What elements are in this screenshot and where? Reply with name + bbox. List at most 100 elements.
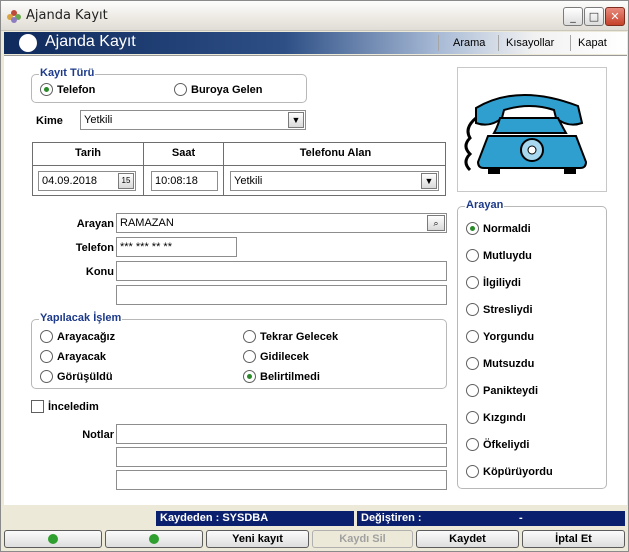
- radio-dot: [40, 350, 53, 363]
- prev-icon: [48, 534, 58, 544]
- radio-dot: [466, 465, 479, 478]
- next-button[interactable]: [105, 530, 203, 548]
- menu-kisayollar[interactable]: Kısayollar: [506, 37, 554, 49]
- radio-dot: [243, 350, 256, 363]
- radio-dot: [243, 370, 256, 383]
- radio-kopuruyordu[interactable]: Köpürüyordu: [466, 465, 553, 478]
- radio-stresliydi[interactable]: Stresliydi: [466, 303, 533, 316]
- telefonu-alan-value: Yetkili: [234, 175, 263, 187]
- datetime-grid: Tarih Saat Telefonu Alan 04.09.2018 15 1…: [32, 142, 446, 196]
- radio-label: Gidilecek: [260, 350, 309, 363]
- arayan-input[interactable]: RAMAZAN ⌕: [116, 213, 447, 233]
- inceledim-label: İnceledim: [48, 400, 99, 413]
- radio-ilgiliydi[interactable]: İlgiliydi: [466, 276, 521, 289]
- minimize-button[interactable]: _: [563, 7, 583, 26]
- header-saat: Saat: [171, 147, 196, 159]
- header-title: Ajanda Kayıt: [45, 33, 136, 50]
- tarih-value: 04.09.2018: [42, 175, 98, 187]
- radio-tekrar-gelecek[interactable]: Tekrar Gelecek: [243, 330, 338, 343]
- radio-telefon[interactable]: Telefon: [40, 83, 95, 96]
- radio-dot: [466, 303, 479, 316]
- next-icon: [149, 534, 159, 544]
- kayit-turu-group: Kayıt Türü Telefon Buroya Gelen: [31, 67, 307, 103]
- arayan-mood-group: Arayan Normaldi Mutluydu İlgiliydi Stres…: [457, 199, 607, 489]
- notlar-input-1[interactable]: [116, 424, 447, 444]
- radio-label: Telefon: [57, 83, 96, 96]
- status-degistiren: Değiştiren : -: [357, 511, 625, 526]
- telefon-label: Telefon: [75, 242, 114, 254]
- calendar-icon[interactable]: 15: [118, 173, 134, 189]
- radio-arayacak[interactable]: Arayacak: [40, 350, 106, 363]
- konu-input-2[interactable]: [116, 285, 447, 305]
- header-circle-icon: [19, 34, 37, 52]
- radio-ofkeliydi[interactable]: Öfkeliydi: [466, 438, 529, 451]
- radio-dot: [466, 357, 479, 370]
- radio-label: Köpürüyordu: [483, 465, 553, 478]
- radio-yorgundu[interactable]: Yorgundu: [466, 330, 534, 343]
- radio-gorusuldu[interactable]: Görüşüldü: [40, 370, 113, 383]
- menu-separator: [570, 35, 571, 51]
- notlar-input-3[interactable]: [116, 470, 447, 490]
- menu-kapat[interactable]: Kapat: [578, 37, 607, 49]
- iptal-et-button[interactable]: İptal Et: [522, 530, 625, 548]
- saat-input[interactable]: 10:08:18: [151, 171, 218, 191]
- radio-normaldi[interactable]: Normaldi: [466, 222, 531, 235]
- kayit-turu-legend: Kayıt Türü: [39, 67, 96, 79]
- telefon-value: *** *** ** **: [120, 241, 172, 253]
- status-kaydeden: Kaydeden : SYSDBA: [156, 511, 354, 526]
- status-degistiren-label: Değiştiren :: [361, 512, 422, 524]
- radio-label: Kızgındı: [483, 411, 526, 424]
- radio-label: Arayacak: [57, 350, 106, 363]
- kime-select[interactable]: Yetkili ▼: [80, 110, 306, 130]
- prev-button[interactable]: [4, 530, 102, 548]
- yeni-kayit-button[interactable]: Yeni kayıt: [206, 530, 309, 548]
- radio-mutsuzdu[interactable]: Mutsuzdu: [466, 357, 534, 370]
- maximize-button[interactable]: □: [584, 7, 604, 26]
- notlar-input-2[interactable]: [116, 447, 447, 467]
- radio-kizgindi[interactable]: Kızgındı: [466, 411, 526, 424]
- radio-dot: [466, 384, 479, 397]
- radio-label: Mutsuzdu: [483, 357, 535, 370]
- status-bar: Kaydeden : SYSDBA Değiştiren : -: [4, 509, 627, 527]
- radio-dot: [174, 83, 187, 96]
- radio-arayacagiz[interactable]: Arayacağız: [40, 330, 115, 343]
- telephone-icon: [464, 94, 588, 174]
- radio-dot: [466, 222, 479, 235]
- chevron-down-icon[interactable]: ▼: [288, 112, 304, 128]
- radio-label: Tekrar Gelecek: [260, 330, 339, 343]
- radio-dot: [466, 249, 479, 262]
- radio-label: Mutluydu: [483, 249, 532, 262]
- arayan-mood-legend: Arayan: [465, 199, 505, 211]
- tarih-input[interactable]: 04.09.2018 15: [38, 171, 136, 191]
- search-icon[interactable]: ⌕: [427, 215, 445, 231]
- radio-dot: [243, 330, 256, 343]
- radio-belirtilmedi[interactable]: Belirtilmedi: [243, 370, 320, 383]
- radio-label: Normaldi: [483, 222, 531, 235]
- chevron-down-icon[interactable]: ▼: [421, 173, 437, 189]
- radio-gidilecek[interactable]: Gidilecek: [243, 350, 309, 363]
- radio-label: Yorgundu: [483, 330, 535, 343]
- radio-label: İlgiliydi: [483, 276, 521, 289]
- radio-dot: [40, 330, 53, 343]
- konu-input-1[interactable]: [116, 261, 447, 281]
- title-bar: Ajanda Kayıt _ □ ✕: [1, 1, 628, 31]
- notlar-label: Notlar: [82, 429, 114, 441]
- radio-panikteydi[interactable]: Panikteydi: [466, 384, 538, 397]
- status-degistiren-value: -: [519, 512, 523, 524]
- kime-value: Yetkili: [84, 114, 113, 126]
- menu-separator: [438, 35, 439, 51]
- telefon-input[interactable]: *** *** ** **: [116, 237, 237, 257]
- konu-label: Konu: [85, 266, 114, 278]
- telefonu-alan-select[interactable]: Yetkili ▼: [230, 171, 439, 191]
- inceledim-checkbox[interactable]: İnceledim: [31, 400, 99, 413]
- radio-mutluydu[interactable]: Mutluydu: [466, 249, 532, 262]
- kaydet-button[interactable]: Kaydet: [416, 530, 519, 548]
- header-band: Ajanda Kayıt Arama Kısayollar Kapat: [4, 32, 627, 54]
- radio-label: Belirtilmedi: [260, 370, 320, 383]
- radio-buroya-gelen[interactable]: Buroya Gelen: [174, 83, 263, 96]
- radio-dot: [466, 330, 479, 343]
- menu-arama[interactable]: Arama: [453, 37, 485, 49]
- close-button[interactable]: ✕: [605, 7, 625, 26]
- radio-dot: [466, 276, 479, 289]
- kaydi-sil-button[interactable]: Kaydı Sil: [312, 530, 413, 548]
